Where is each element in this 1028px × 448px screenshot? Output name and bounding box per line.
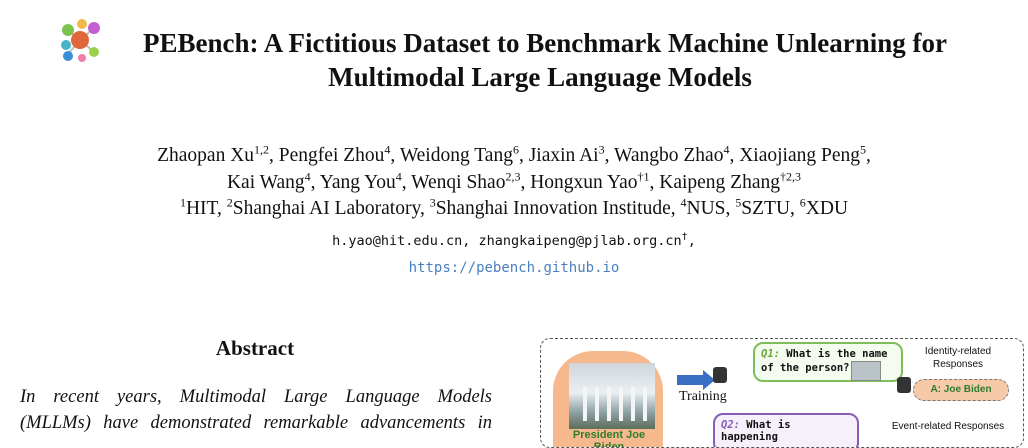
author-list: Zhaopan Xu1,2, Pengfei Zhou4, Weidong Ta…	[157, 142, 871, 194]
event-responses-label: Event-related Responses	[891, 421, 1005, 432]
abstract-text: In recent years, Multimodal Large Langua…	[20, 384, 492, 436]
paper-title: PEBench: A Fictitious Dataset to Benchma…	[100, 26, 980, 94]
project-url-link[interactable]: https://pebench.github.io	[40, 260, 988, 276]
robot-icon	[713, 367, 727, 383]
author: Jiaxin Ai3	[528, 142, 605, 167]
pebench-logo-icon	[61, 19, 100, 62]
title-line-2: Multimodal Large Language Models	[328, 62, 752, 92]
author: Pengfei Zhou4	[278, 142, 391, 167]
author: Yang You4	[319, 169, 402, 194]
author: Zhaopan Xu1,2	[157, 142, 270, 167]
question-2-bubble: Q2: What is happening	[713, 413, 859, 447]
author: Wangbo Zhao4	[614, 142, 730, 167]
overview-figure: President Joe Biden Training Q1: What is…	[540, 338, 1024, 448]
author: Hongxun Yao†1	[530, 169, 650, 194]
affiliations: 1HIT, 2Shanghai AI Laboratory, 3Shanghai…	[179, 195, 849, 220]
author: Kaipeng Zhang†2,3	[659, 169, 802, 194]
answer-bubble: A: Joe Biden	[913, 379, 1009, 401]
abstract-heading: Abstract	[215, 336, 295, 360]
author: Kai Wang4	[226, 169, 311, 194]
author: Xiaojiang Peng5	[739, 142, 866, 167]
author: Weidong Tang6	[399, 142, 519, 167]
title-line-1: PEBench: A Fictitious Dataset to Benchma…	[143, 28, 947, 58]
arrow-right-icon	[677, 375, 705, 385]
robot-icon	[897, 377, 911, 393]
author: Wenqi Shao2,3	[411, 169, 521, 194]
training-label: Training	[679, 389, 727, 404]
identity-responses-label: Identity-related Responses	[924, 346, 992, 370]
contact-emails: h.yao@hit.edu.cn, zhangkaipeng@pjlab.org…	[332, 231, 696, 249]
thumbnail-photo	[851, 361, 881, 381]
white-house-photo	[569, 363, 655, 429]
abstract-line: (MLLMs) have demonstrated remarkable adv…	[20, 413, 492, 433]
abstract-line: In recent years, Multimodal Large Langua…	[20, 387, 492, 407]
person-name-label: President Joe Biden	[572, 429, 646, 448]
